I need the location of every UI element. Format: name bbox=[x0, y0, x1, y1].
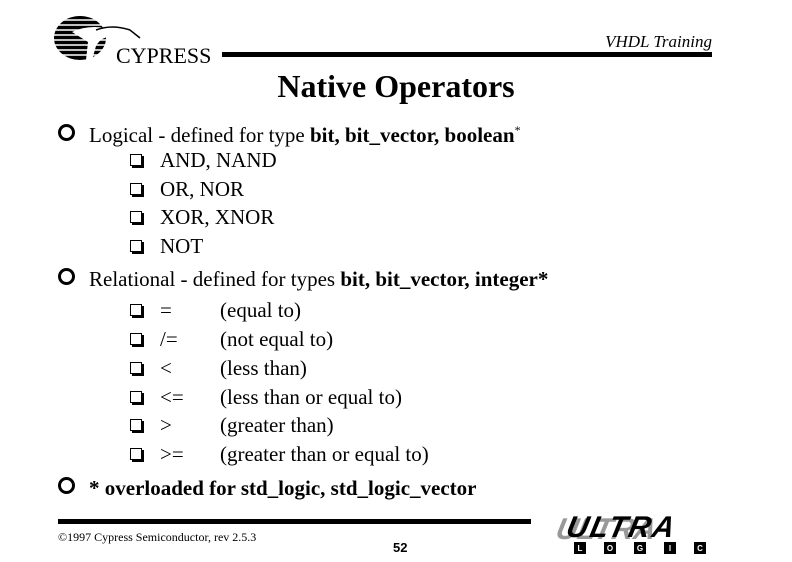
footer-rule bbox=[58, 519, 531, 524]
logic-letter: L bbox=[578, 544, 583, 553]
list-item: >= (greater than or equal to) bbox=[130, 441, 429, 467]
bullet-text: Relational - defined for types bbox=[89, 267, 341, 291]
cypress-wordmark: CYPRESS bbox=[116, 43, 211, 68]
logic-letter: G bbox=[637, 544, 643, 553]
square-bullet-icon bbox=[130, 419, 142, 431]
bullet-types: bit, bit_vector, integer* bbox=[340, 267, 549, 291]
operator-symbol: > bbox=[160, 413, 172, 437]
list-item: /= (not equal to) bbox=[130, 326, 333, 352]
logic-letter: O bbox=[607, 544, 613, 553]
square-bullet-icon bbox=[130, 391, 142, 403]
square-bullet-icon bbox=[130, 183, 142, 195]
square-bullet-icon bbox=[130, 448, 142, 460]
operator-description: (greater than) bbox=[220, 413, 334, 437]
square-bullet-icon bbox=[130, 240, 142, 252]
operator-symbol: /= bbox=[160, 327, 178, 351]
operator-description: (equal to) bbox=[220, 298, 302, 322]
operator-text: XOR, XNOR bbox=[160, 205, 275, 229]
square-bullet-icon bbox=[130, 304, 142, 316]
copyright: ©1997 Cypress Semiconductor, rev 2.5.3 bbox=[58, 530, 257, 544]
bullet-relational: Relational - defined for types bit, bit_… bbox=[58, 266, 548, 292]
square-bullet-icon bbox=[130, 154, 142, 166]
operator-text: NOT bbox=[160, 234, 204, 258]
header-label: VHDL Training bbox=[605, 32, 712, 51]
list-item: XOR, XNOR bbox=[130, 204, 274, 230]
list-item: AND, NAND bbox=[130, 147, 277, 173]
ultralogic-logo: ULTRA ULTRA L O G I C bbox=[556, 513, 706, 554]
circle-bullet-icon bbox=[58, 477, 75, 494]
bullet-types: bit, bit_vector, boolean bbox=[310, 123, 515, 147]
list-item: = (equal to) bbox=[130, 297, 301, 323]
ultra-wordmark: ULTRA bbox=[563, 513, 679, 544]
list-item: OR, NOR bbox=[130, 176, 244, 202]
list-item: <= (less than or equal to) bbox=[130, 384, 402, 410]
square-bullet-icon bbox=[130, 333, 142, 345]
logic-letter: C bbox=[697, 544, 703, 553]
circle-bullet-icon bbox=[58, 124, 75, 141]
list-item: NOT bbox=[130, 233, 203, 259]
bullet-logical: Logical - defined for type bit, bit_vect… bbox=[58, 117, 521, 148]
list-item: < (less than) bbox=[130, 355, 307, 381]
operator-description: (not equal to) bbox=[220, 327, 334, 351]
operator-symbol: >= bbox=[160, 442, 184, 466]
operator-symbol: <= bbox=[160, 385, 184, 409]
operator-symbol: = bbox=[160, 298, 172, 322]
operator-description: (less than or equal to) bbox=[220, 385, 402, 409]
operator-description: (greater than or equal to) bbox=[220, 442, 429, 466]
bullet-overloaded: * overloaded for std_logic, std_logic_ve… bbox=[58, 475, 476, 501]
square-bullet-icon bbox=[130, 211, 142, 223]
cypress-logo: CYPRESS bbox=[52, 16, 211, 68]
bullet-text: Logical - defined for type bbox=[89, 123, 310, 147]
page-number: 52 bbox=[393, 540, 408, 555]
operator-text: OR, NOR bbox=[160, 177, 245, 201]
header-rule bbox=[222, 52, 712, 57]
operator-symbol: < bbox=[160, 356, 172, 380]
slide-title: Native Operators bbox=[277, 68, 515, 104]
operator-description: (less than) bbox=[220, 356, 307, 380]
bullet-text: * overloaded for std_logic, std_logic_ve… bbox=[89, 476, 477, 500]
operator-text: AND, NAND bbox=[160, 148, 277, 172]
square-bullet-icon bbox=[130, 362, 142, 374]
circle-bullet-icon bbox=[58, 268, 75, 285]
logic-letter: I bbox=[669, 544, 671, 553]
footnote-mark: * bbox=[514, 123, 521, 137]
list-item: > (greater than) bbox=[130, 412, 334, 438]
